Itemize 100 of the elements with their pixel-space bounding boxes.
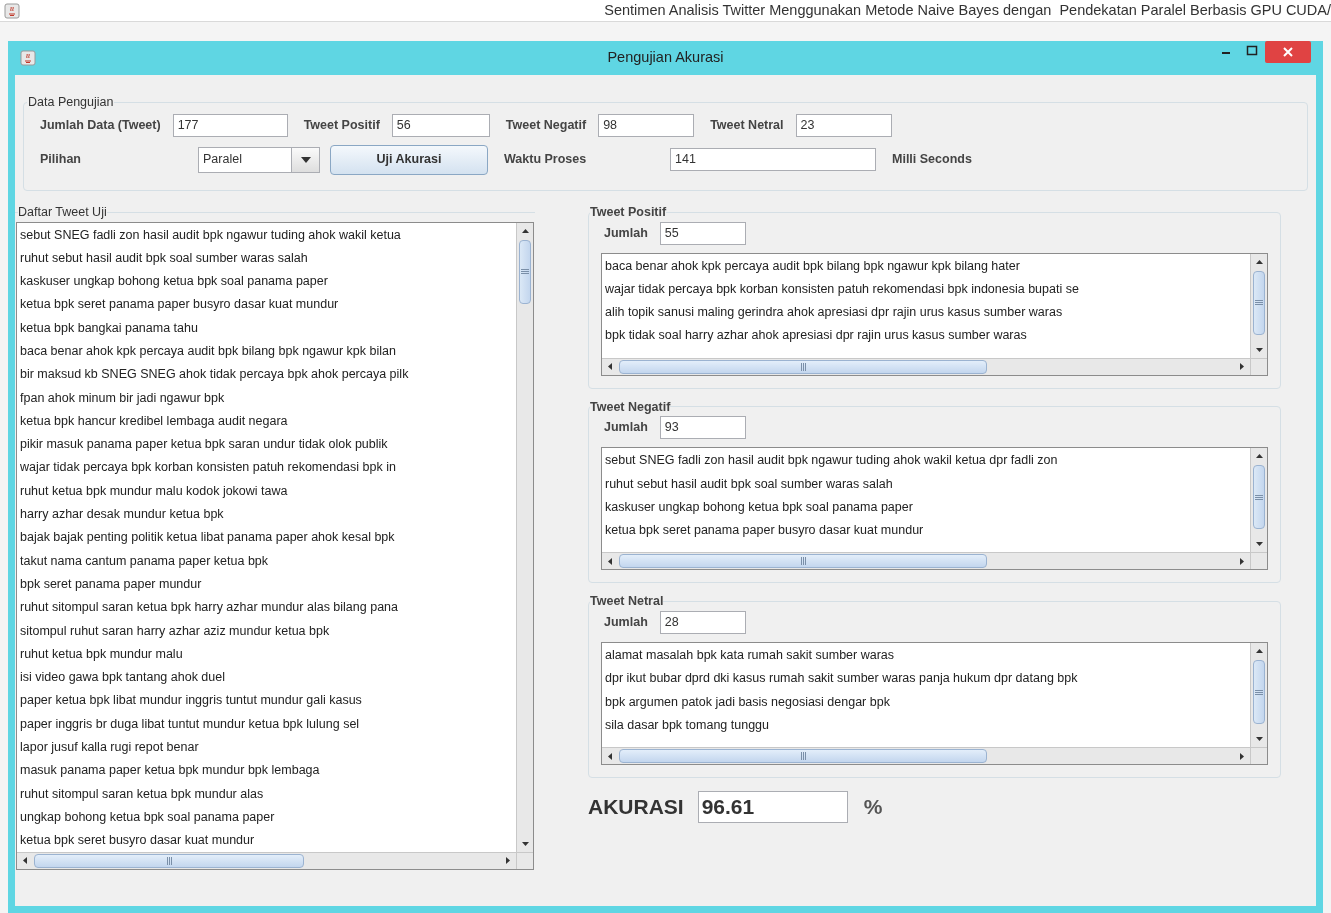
- tweet-list-item[interactable]: bpk seret panama paper mundur: [20, 572, 202, 597]
- scrollbar-corner: [1250, 747, 1267, 764]
- tweet-list-item[interactable]: bpk argumen patok jadi basis negosiasi dengar bpk: [605, 690, 890, 714]
- field-label: Jumlah Data (Tweet): [40, 117, 161, 135]
- tweet-list[interactable]: [601, 252, 1268, 376]
- tweet-list-item[interactable]: harry azhar desak mundur ketua bpk: [20, 503, 224, 527]
- scrollbar-thumb[interactable]: [619, 359, 988, 374]
- field-label: Tweet Positif: [303, 117, 380, 135]
- tweet-list-item[interactable]: pikir masuk panama paper ketua bpk saran undur tidak olok publik: [20, 433, 388, 457]
- field-label: Tweet Negatif: [505, 117, 587, 135]
- tweet-list-item[interactable]: ketua bpk seret panama paper busyro dasar kuat mundur: [20, 293, 339, 317]
- tweet-list-item[interactable]: masuk panama paper ketua bpk mundur bpk lembaga: [20, 759, 320, 783]
- tweet-list-item[interactable]: kaskuser ungkap bohong ketua bpk soal panama paper: [20, 270, 328, 294]
- scrollbar-thumb[interactable]: [1253, 660, 1265, 724]
- group-title: Tweet Negatif: [590, 398, 671, 416]
- akurasi-field[interactable]: 96.61: [697, 791, 848, 823]
- grip-icon: [800, 752, 806, 760]
- tweet-list-item[interactable]: alamat masalah bpk kata rumah sakit sumber waras: [605, 644, 894, 668]
- akurasi-label: AKURASI: [588, 794, 684, 821]
- vertical-scrollbar[interactable]: [1250, 253, 1267, 358]
- tweet-list-item[interactable]: wajar tidak percaya bpk korban konsisten patuh rekomendasi bpk indonesia bupati se: [605, 277, 1079, 302]
- field-label: Tweet Netral: [710, 117, 784, 135]
- horizontal-scrollbar[interactable]: [602, 747, 1250, 764]
- tweet-list-item[interactable]: dpr ikut bubar dprd dki kasus rumah sakit sumber waras panja hukum dpr datang bpk: [605, 667, 1078, 691]
- tweet-list-item[interactable]: alih topik sanusi maling gerindra ahok apresiasi dpr rajin urus kasus sumber waras: [605, 301, 1063, 325]
- horizontal-scrollbar[interactable]: [17, 851, 516, 869]
- text-field[interactable]: 55: [659, 221, 746, 245]
- grip-icon: [521, 269, 529, 274]
- tweet-list-item[interactable]: sila dasar bpk tomang tunggu: [605, 713, 769, 738]
- text-field[interactable]: 56: [391, 114, 490, 138]
- text-field[interactable]: 141: [670, 148, 876, 172]
- grip-icon: [800, 362, 806, 371]
- text-field[interactable]: 28: [659, 611, 746, 634]
- field-label: Jumlah: [604, 419, 648, 437]
- dialog-title: Pengujian Akurasi: [607, 48, 724, 68]
- tweet-list-item[interactable]: kaskuser ungkap bohong ketua bpk soal panama paper: [605, 495, 913, 520]
- tweet-list-item[interactable]: bpk tidak soal harry azhar ahok apresiasi dpr rajin urus kasus sumber waras: [605, 324, 1027, 348]
- unit-label: Milli Seconds: [892, 151, 972, 169]
- group-title: Tweet Positif: [590, 203, 667, 221]
- field-label: Pilihan: [40, 151, 82, 169]
- dropdown-arrow-icon: [300, 156, 311, 163]
- tweet-list-item[interactable]: takut nama cantum panama paper ketua bpk: [20, 549, 269, 573]
- tweet-list-item[interactable]: bir maksud kb SNEG SNEG ahok tidak percaya bpk ahok percaya pilk: [20, 363, 409, 387]
- scrollbar-corner: [1250, 552, 1267, 570]
- uji-akurasi-button[interactable]: Uji Akurasi: [330, 144, 488, 175]
- tweet-list-item[interactable]: ruhut sitompul saran ketua bpk mundur alas: [20, 782, 264, 806]
- scrollbar-thumb[interactable]: [34, 853, 304, 868]
- tweet-list-item[interactable]: paper ketua bpk libat mundur inggris tuntut mundur gali kasus: [20, 689, 362, 713]
- field-label: Waktu Proses: [504, 151, 588, 169]
- grip-icon: [800, 557, 806, 566]
- vertical-scrollbar[interactable]: [1250, 448, 1267, 553]
- vertical-scrollbar[interactable]: [1250, 643, 1267, 747]
- tweet-list-item[interactable]: ketua bpk bangkai panama tahu: [20, 316, 198, 340]
- text-field[interactable]: 177: [172, 114, 288, 138]
- tweet-list-item[interactable]: baca benar ahok kpk percaya audit bpk bilang bpk ngawur kpk bilang hater: [605, 254, 1020, 278]
- scrollbar-thumb[interactable]: [1253, 465, 1265, 530]
- scrollbar-thumb[interactable]: [619, 749, 988, 763]
- tweet-list-item[interactable]: bajak bajak penting politik ketua libat panama paper ahok kesal bpk: [20, 526, 395, 550]
- tweet-list-item[interactable]: lapor jusuf kalla rugi repot benar: [20, 736, 199, 760]
- text-field[interactable]: 93: [659, 416, 746, 440]
- horizontal-scrollbar[interactable]: [602, 357, 1250, 375]
- percent-label: %: [863, 794, 883, 821]
- tweet-list-item[interactable]: sitompul ruhut saran harry azhar aziz mundur ketua bpk: [20, 619, 330, 643]
- vertical-scrollbar[interactable]: [516, 222, 533, 852]
- tweet-list-item[interactable]: sebut SNEG fadli zon hasil audit bpk ngawur tuding ahok wakil ketua: [20, 223, 401, 247]
- tweet-list-item[interactable]: sebut SNEG fadli zon hasil audit bpk ngawur tuding ahok wakil ketua dpr fadli zon: [605, 449, 1058, 473]
- tweet-list[interactable]: [601, 447, 1268, 571]
- java-app-icon: [4, 2, 20, 19]
- group-title: Data Pengujian: [27, 94, 115, 111]
- grip-icon: [1255, 494, 1263, 500]
- tweet-list-item[interactable]: ruhut sitompul saran ketua bpk harry azhar mundur alas bilang pana: [20, 596, 398, 620]
- tweet-list-item[interactable]: ruhut sebut hasil audit bpk soal sumber waras salah: [20, 246, 308, 271]
- scrollbar-thumb[interactable]: [1253, 270, 1265, 335]
- tweet-list-item[interactable]: isi video gawa bpk tantang ahok duel: [20, 666, 225, 690]
- tweet-list-item[interactable]: wajar tidak percaya bpk korban konsisten patuh rekomendasi bpk in: [20, 456, 396, 480]
- tweet-list-item[interactable]: paper inggris br duga libat tuntut mundur ketua bpk lulung sel: [20, 712, 360, 737]
- tweet-list-item[interactable]: ketua bpk hancur kredibel lembaga audit negara: [20, 409, 288, 434]
- grip-icon: [1255, 689, 1263, 695]
- field-label: Jumlah: [604, 224, 648, 242]
- tweet-list-item[interactable]: ketua bpk seret panama paper busyro dasar kuat mundur: [605, 519, 924, 543]
- scrollbar-thumb[interactable]: [619, 554, 988, 569]
- group-title: Tweet Netral: [590, 593, 664, 611]
- tweet-list-item[interactable]: ruhut sebut hasil audit bpk soal sumber waras salah: [605, 472, 893, 496]
- text-field[interactable]: 23: [795, 114, 892, 138]
- tweet-list-item[interactable]: ruhut ketua bpk mundur malu: [20, 642, 183, 667]
- horizontal-scrollbar[interactable]: [602, 552, 1250, 570]
- tweet-list-item[interactable]: ruhut ketua bpk mundur malu kodok jokowi tawa: [20, 479, 288, 504]
- tweet-list[interactable]: [601, 642, 1268, 765]
- tweet-list-item[interactable]: ungkap bohong ketua bpk soal panama paper: [20, 805, 275, 830]
- tweet-list-item[interactable]: baca benar ahok kpk percaya audit bpk bilang bpk ngawur kpk bilan: [20, 340, 396, 364]
- text-field[interactable]: 98: [598, 114, 695, 138]
- group-title: Daftar Tweet Uji: [18, 203, 107, 221]
- app-title: Sentimen Analisis Twitter Menggunakan Metode Naive Bayes dengan Pendekatan Paralel Berbasis GPU CUDA/: [604, 0, 1331, 20]
- tweet-list-item[interactable]: ketua bpk seret busyro dasar kuat mundur: [20, 829, 255, 852]
- pilihan-dropdown[interactable]: Paralel: [198, 146, 320, 173]
- scrollbar-thumb[interactable]: [519, 239, 531, 304]
- tweet-list-item[interactable]: fpan ahok minum bir jadi ngawur bpk: [20, 386, 225, 410]
- field-label: Jumlah: [604, 614, 648, 632]
- grip-icon: [166, 856, 172, 865]
- java-app-icon: [20, 50, 36, 66]
